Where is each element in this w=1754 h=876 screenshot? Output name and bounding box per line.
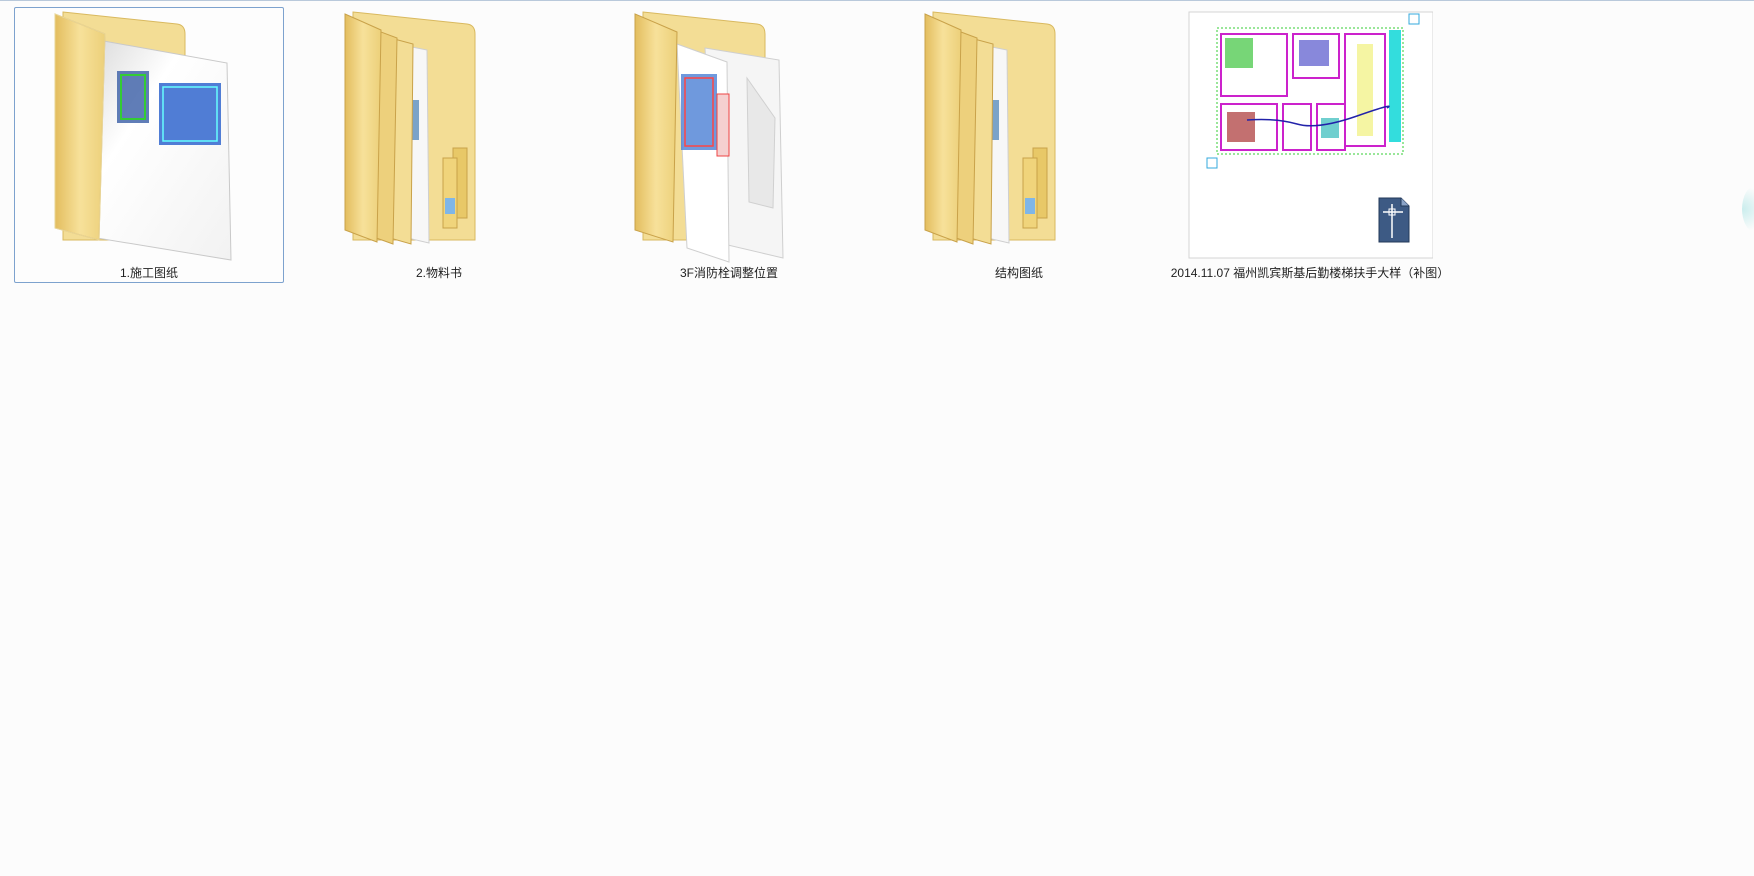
folder-item-structure-drawings[interactable]: 结构图纸: [884, 7, 1154, 283]
autocad-dwg-file-icon: [1188, 11, 1433, 259]
folder-item-material-book[interactable]: 2.物料书: [304, 7, 574, 283]
file-view-area[interactable]: 1.施工图纸 2.物料书 3F消防栓调整位置 结构图纸 2014.11.07 福…: [0, 0, 1754, 876]
folder-name-label: 1.施工图纸: [119, 266, 178, 280]
dwg-file-item-handrail-detail[interactable]: 2014.11.07 福州凯宾斯基后勤楼梯扶手大样（补图）: [1171, 7, 1449, 283]
file-name-label: 2014.11.07 福州凯宾斯基后勤楼梯扶手大样（补图）: [1170, 266, 1450, 280]
folder-icon: [344, 11, 476, 245]
folder-icon: [634, 11, 784, 263]
folder-icon: [924, 11, 1056, 245]
folder-name-label: 结构图纸: [994, 266, 1043, 280]
folder-item-3f-hydrant-adjustment[interactable]: 3F消防栓调整位置: [594, 7, 864, 283]
scroll-edge-highlight: [1742, 186, 1754, 232]
folder-name-label: 2.物料书: [415, 266, 462, 280]
folder-item-construction-drawings[interactable]: 1.施工图纸: [14, 7, 284, 283]
folder-icon: [54, 11, 232, 261]
folder-name-label: 3F消防栓调整位置: [679, 266, 778, 280]
